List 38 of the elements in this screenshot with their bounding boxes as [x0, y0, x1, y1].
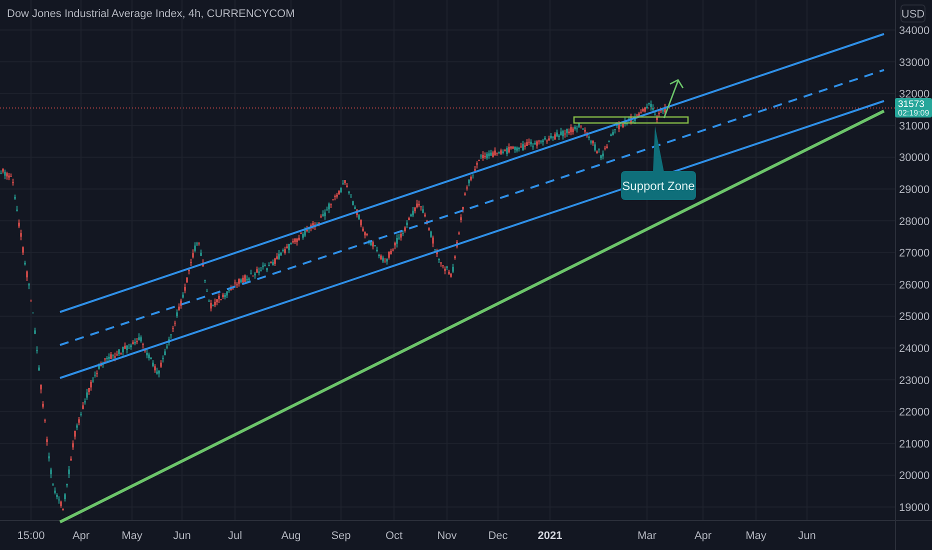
- last-price-badge: [895, 98, 932, 118]
- time-axis-label: Mar: [638, 530, 656, 542]
- time-axis-label: 2021: [538, 530, 562, 542]
- price-axis-label: 34000: [899, 25, 930, 37]
- time-axis-label: Jul: [228, 530, 242, 542]
- time-axis-label: Jun: [173, 530, 191, 542]
- price-axis-label: 19000: [899, 502, 930, 514]
- time-axis-label: May: [122, 530, 142, 542]
- time-axis-label: Sep: [331, 530, 351, 542]
- callout-pointer: [653, 126, 664, 172]
- price-axis-label: 21000: [899, 438, 930, 450]
- currency-label[interactable]: USD: [901, 8, 925, 20]
- time-axis-label: Oct: [385, 530, 403, 542]
- price-axis-label: 29000: [899, 184, 930, 196]
- countdown-timer: 02:19:09: [898, 108, 930, 118]
- price-axis-label: 26000: [899, 279, 930, 292]
- price-axis-label: 20000: [899, 470, 930, 482]
- time-axis-label: Jun: [798, 530, 816, 542]
- time-axis-label: May: [746, 530, 766, 542]
- time-axis-label: Dec: [488, 530, 508, 542]
- time-axis-label: 15:00: [17, 530, 45, 542]
- time-axis-label: Apr: [694, 530, 712, 542]
- price-axis-label: 32000: [899, 88, 930, 101]
- price-axis-label: 27000: [899, 248, 930, 260]
- time-axis-label: Aug: [281, 530, 301, 542]
- price-axis-label: 22000: [899, 406, 930, 419]
- price-axis-label: 28000: [899, 216, 930, 228]
- price-axis-label: 25000: [899, 311, 930, 324]
- price-axis-label: 33000: [899, 56, 930, 69]
- callout-text: Support Zone: [622, 179, 695, 193]
- time-axis-label: Nov: [437, 530, 457, 542]
- price-axis-label: 23000: [899, 374, 930, 387]
- time-axis-label: Apr: [72, 530, 90, 542]
- price-axis-label: 24000: [899, 343, 930, 355]
- price-axis-label: 31000: [899, 120, 930, 132]
- chart-title: Dow Jones Industrial Average Index, 4h, CURRENCYCOM: [7, 8, 295, 20]
- price-axis-label: 30000: [899, 152, 930, 164]
- last-price-value: 31573: [898, 99, 924, 110]
